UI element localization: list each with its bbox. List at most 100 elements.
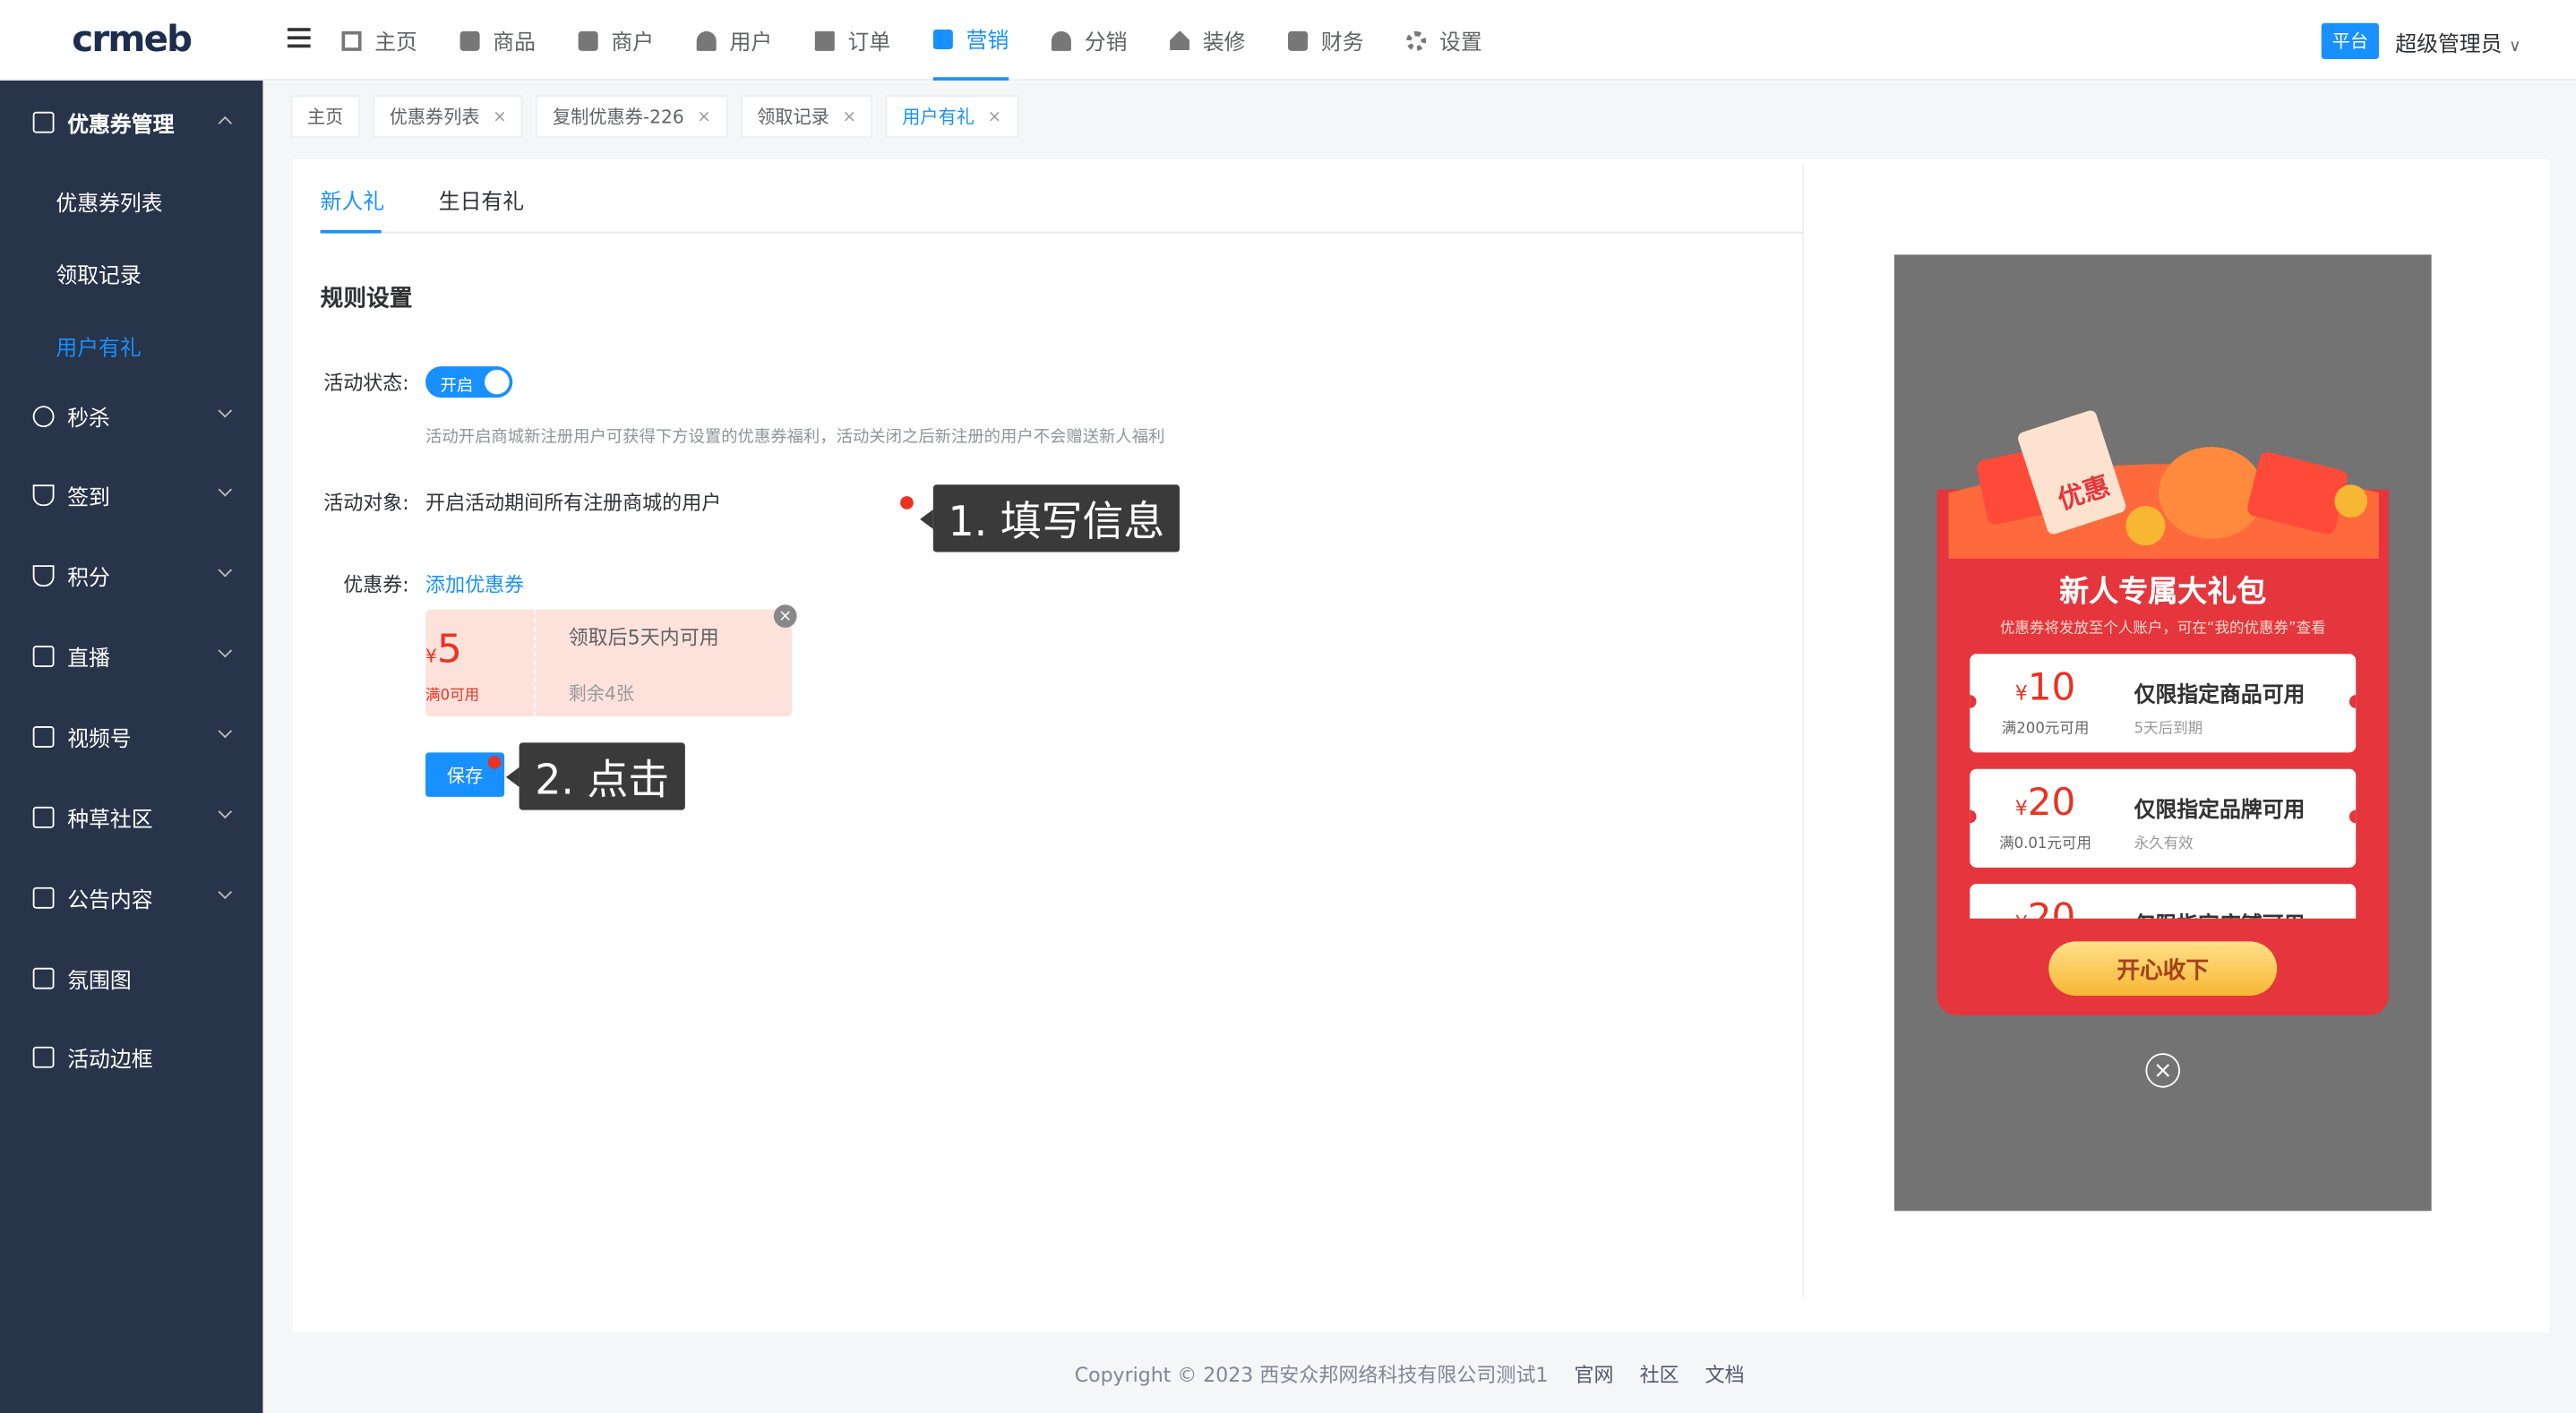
phone-icon — [32, 645, 55, 667]
active-tab-indicator — [320, 229, 382, 234]
toggle-knob — [485, 369, 510, 395]
sidebar-group-coupons[interactable]: 优惠券管理 — [0, 89, 262, 154]
preview-coupon-card: ¥20 满0.01元可用 仅限指定品牌可用 永久有效 — [1970, 768, 2357, 868]
close-icon[interactable]: × — [493, 107, 506, 125]
chevron-down-icon — [218, 724, 233, 739]
target-value: 开启活动期间所有注册商城的用户 — [425, 491, 722, 515]
trophy-icon — [32, 484, 55, 506]
coupon-min: 满0可用 — [425, 688, 480, 706]
tab-tags: 主页 优惠券列表 × 复制优惠券-226 × 领取记录 × 用户有礼 × — [290, 95, 1031, 139]
nav-settings[interactable]: 设置 — [1406, 0, 1482, 81]
top-nav: 主页 商品 商户 用户 订单 营销 分销 装修 财务 设置 — [341, 0, 1525, 81]
preview-subtitle: 优惠券将发放至个人账户，可在“我的优惠券”查看 — [1999, 621, 2326, 638]
footer: Copyright © 2023 西安众邦网络科技有限公司测试1 官网 社区 文… — [0, 1360, 2576, 1388]
sidebar-item-coupon-list[interactable]: 优惠券列表 — [56, 185, 162, 218]
video-icon — [32, 725, 55, 747]
sidebar-item-user-gifts[interactable]: 用户有礼 — [56, 330, 141, 362]
clock-icon — [32, 405, 55, 427]
sidebar-group-checkin[interactable]: 签到 — [0, 462, 262, 527]
chevron-down-icon — [218, 643, 233, 658]
chevron-down-icon — [218, 562, 233, 578]
nav-finance[interactable]: 财务 — [1288, 0, 1364, 81]
tag-receive-records[interactable]: 领取记录 × — [740, 95, 873, 139]
platform-badge[interactable]: 平台 — [2321, 22, 2379, 60]
sidebar-group-points[interactable]: 积分 — [0, 543, 262, 608]
user-menu[interactable]: 超级管理员 ∨ — [2395, 26, 2521, 58]
add-coupon-link[interactable]: 添加优惠券 — [425, 570, 524, 598]
nav-marketing[interactable]: 营销 — [932, 0, 1009, 81]
tag-coupon-list[interactable]: 优惠券列表 × — [373, 95, 523, 139]
cup-icon — [32, 966, 55, 989]
tab-birthday-gift[interactable]: 生日有礼 — [439, 184, 524, 216]
divider — [1802, 164, 1804, 1298]
grid-icon — [32, 806, 55, 827]
nav-merchants[interactable]: 商户 — [578, 0, 654, 81]
notice-icon — [32, 886, 55, 908]
gift-pile-illustration: 优惠 — [1948, 410, 2379, 559]
callout-step1: 1. 填写信息 — [920, 484, 1180, 552]
menu-toggle-icon[interactable] — [287, 28, 311, 51]
nav-users[interactable]: 用户 — [696, 0, 772, 81]
user-icon — [696, 30, 717, 50]
gift-tabs: 新人礼 生日有礼 — [320, 164, 1804, 234]
frame-icon — [32, 1045, 55, 1067]
close-icon[interactable]: × — [697, 107, 710, 125]
sidebar-item-receive-records[interactable]: 领取记录 — [56, 258, 141, 289]
sidebar-group-live[interactable]: 直播 — [0, 622, 262, 688]
person-icon — [1052, 30, 1072, 50]
close-icon[interactable]: × — [2145, 1053, 2180, 1088]
tag-copy-coupon[interactable]: 复制优惠券-226 × — [536, 95, 728, 139]
bag-icon — [459, 30, 480, 50]
coupon-remain: 剩余4张 — [568, 683, 635, 706]
chart-icon — [932, 29, 953, 49]
top-bar: crmeb 主页 商品 商户 用户 订单 营销 分销 装修 财务 设置 平台 超… — [0, 0, 2576, 81]
callout-step2: 2. 点击 — [505, 742, 685, 810]
status-toggle[interactable]: 开启 — [425, 366, 513, 398]
footer-link-docs[interactable]: 文档 — [1705, 1364, 1745, 1387]
user-name: 超级管理员 — [2395, 32, 2503, 58]
sidebar-item-atmosphere[interactable]: 氛围图 — [0, 945, 262, 1010]
sidebar-group-community[interactable]: 种草社区 — [0, 784, 262, 849]
chevron-down-icon — [218, 885, 233, 900]
status-label: 活动状态: — [323, 371, 409, 395]
copyright: Copyright © 2023 西安众邦网络科技有限公司测试1 — [1074, 1363, 1549, 1387]
house-icon — [1170, 30, 1190, 50]
step1-marker — [900, 496, 914, 510]
section-title: 规则设置 — [320, 286, 413, 313]
sidebar-group-seckill[interactable]: 秒杀 — [0, 383, 262, 449]
chevron-down-icon — [218, 483, 233, 497]
app-logo[interactable]: crmeb — [0, 0, 262, 81]
close-icon[interactable]: × — [842, 107, 855, 125]
chevron-down-icon — [218, 804, 233, 819]
target-label: 活动对象: — [323, 491, 409, 515]
sidebar-group-video[interactable]: 视频号 — [0, 703, 262, 768]
tag-user-gifts[interactable]: 用户有礼 × — [885, 95, 1018, 139]
trophy-icon — [32, 564, 55, 587]
footer-link-official[interactable]: 官网 — [1575, 1364, 1614, 1387]
coupon-amount: ¥5 — [425, 626, 462, 672]
tab-new-user-gift[interactable]: 新人礼 — [321, 184, 385, 216]
home-icon — [341, 30, 362, 50]
nav-products[interactable]: 商品 — [459, 0, 536, 81]
nav-decoration[interactable]: 装修 — [1170, 0, 1246, 81]
remove-coupon-icon[interactable]: × — [773, 604, 797, 628]
coupon-icon — [32, 110, 55, 133]
nav-orders[interactable]: 订单 — [814, 0, 890, 81]
chevron-down-icon: ∨ — [2509, 38, 2521, 56]
page-root: crmeb 主页 商品 商户 用户 订单 营销 分销 装修 财务 设置 平台 超… — [0, 0, 2576, 1413]
sidebar-item-frame[interactable]: 活动边框 — [0, 1023, 262, 1089]
clipboard-icon — [814, 30, 835, 50]
tag-home[interactable]: 主页 — [290, 95, 360, 139]
store-icon — [578, 30, 598, 50]
chevron-up-icon — [218, 116, 233, 131]
gear-icon — [1406, 30, 1427, 50]
footer-link-community[interactable]: 社区 — [1640, 1364, 1679, 1387]
nav-distribution[interactable]: 分销 — [1052, 0, 1127, 81]
sidebar-group-announcements[interactable]: 公告内容 — [0, 864, 262, 929]
accept-gift-button[interactable]: 开心收下 — [2048, 941, 2278, 996]
coupon-desc: 领取后5天内可用 — [568, 626, 719, 649]
close-icon[interactable]: × — [988, 107, 1001, 125]
chevron-down-icon — [218, 403, 233, 418]
nav-home[interactable]: 主页 — [341, 0, 417, 81]
coupon-label: 优惠券: — [343, 573, 409, 597]
